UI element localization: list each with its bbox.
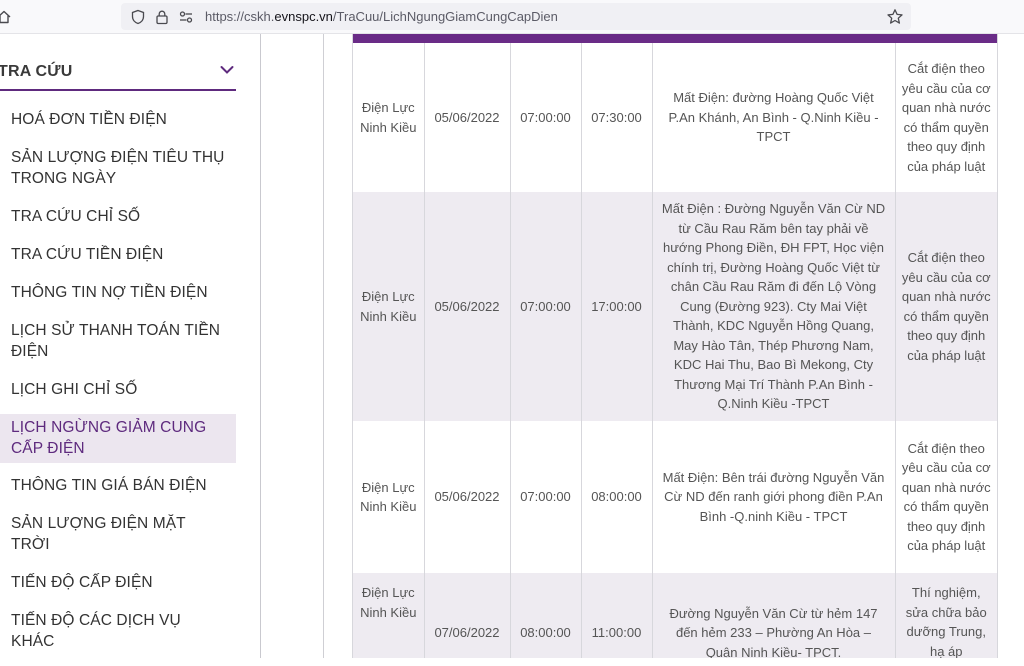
cell-unit: Điện Lực Ninh Kiều <box>353 192 425 421</box>
sidebar-item-san-luong-dien-mat-troi[interactable]: SẢN LƯỢNG ĐIỆN MẶT TRỜI <box>0 510 236 558</box>
url-text[interactable]: https://cskh.evnspc.vn/TraCuu/LichNgungG… <box>205 9 558 24</box>
home-icon[interactable] <box>0 9 12 25</box>
browser-toolbar: https://cskh.evnspc.vn/TraCuu/LichNgungG… <box>0 0 1024 34</box>
cell-end-time: 08:00:00 <box>581 421 653 573</box>
table-row: Điện Lực Ninh Kiều 07/06/2022 08:00:00 1… <box>353 573 997 658</box>
table-row: Điện Lực Ninh Kiều 05/06/2022 07:00:00 0… <box>353 421 997 573</box>
cell-area: Mất Điện: Bên trái đường Nguyễn Văn Cừ N… <box>652 421 896 573</box>
sidebar-item-tra-cuu-chi-so[interactable]: TRA CỨU CHỈ SỐ <box>0 203 236 230</box>
cell-reason: Cắt điện theo yêu cầu của cơ quan nhà nư… <box>895 192 997 421</box>
cell-start-time: 07:00:00 <box>510 43 582 192</box>
sidebar-item-tien-do-cap-dien[interactable]: TIẾN ĐỘ CẤP ĐIỆN <box>0 569 236 596</box>
cell-date: 05/06/2022 <box>424 421 511 573</box>
sidebar-title: TRA CỨU <box>0 63 73 80</box>
cell-end-time: 11:00:00 <box>581 573 653 658</box>
sidebar-item-tra-cuu-tien-dien[interactable]: TRA CỨU TIỀN ĐIỆN <box>0 241 236 268</box>
cell-date: 05/06/2022 <box>424 43 511 192</box>
cell-area: Đường Nguyễn Văn Cừ từ hẻm 147 đến hẻm 2… <box>652 573 896 658</box>
shield-icon[interactable] <box>130 9 146 25</box>
sidebar-menu: HOÁ ĐƠN TIỀN ĐIỆN SẢN LƯỢNG ĐIỆN TIÊU TH… <box>0 106 236 666</box>
lock-icon[interactable] <box>154 9 170 25</box>
cell-start-time: 07:00:00 <box>510 192 582 421</box>
url-host: evnspc.vn <box>274 9 333 24</box>
cell-area: Mất Điện : Đường Nguyễn Văn Cừ ND từ Cầu… <box>652 192 896 421</box>
sidebar-item-lich-ngung-giam-cung-cap-dien[interactable]: LỊCH NGỪNG GIẢM CUNG CẤP ĐIỆN <box>0 414 236 463</box>
address-bar[interactable]: https://cskh.evnspc.vn/TraCuu/LichNgungG… <box>121 3 911 30</box>
cell-date: 07/06/2022 <box>424 573 511 658</box>
cell-reason: Thí nghiệm, sửa chữa bảo dưỡng Trung, hạ… <box>895 573 997 658</box>
cell-unit: Điện Lực Ninh Kiều <box>353 421 425 573</box>
table-row: Điện Lực Ninh Kiều 05/06/2022 07:00:00 0… <box>353 43 997 192</box>
sidebar-item-san-luong-dien-tieu-thu[interactable]: SẢN LƯỢNG ĐIỆN TIÊU THỤ TRONG NGÀY <box>0 144 236 192</box>
outage-schedule-table: Điện Lực Ninh Kiều 05/06/2022 07:00:00 0… <box>352 34 998 658</box>
content-divider <box>323 34 324 658</box>
cell-end-time: 07:30:00 <box>581 43 653 192</box>
cell-reason: Cắt điện theo yêu cầu của cơ quan nhà nư… <box>895 43 997 192</box>
chevron-down-icon[interactable] <box>220 63 234 77</box>
table-header-bar <box>353 34 997 43</box>
permissions-icon[interactable] <box>178 9 194 25</box>
cell-end-time: 17:00:00 <box>581 192 653 421</box>
sidebar-item-thong-tin-gia-ban-dien[interactable]: THÔNG TIN GIÁ BÁN ĐIỆN <box>0 472 236 499</box>
cell-reason: Cắt điện theo yêu cầu của cơ quan nhà nư… <box>895 421 997 573</box>
url-path: /TraCuu/LichNgungGiamCungCapDien <box>332 9 558 24</box>
sidebar-item-hoa-don-tien-dien[interactable]: HOÁ ĐƠN TIỀN ĐIỆN <box>0 106 236 133</box>
url-prefix: https://cskh. <box>205 9 275 24</box>
outage-table: Điện Lực Ninh Kiều 05/06/2022 07:00:00 0… <box>353 43 997 658</box>
cell-unit: Điện Lực Ninh Kiều <box>353 573 425 658</box>
cell-date: 05/06/2022 <box>424 192 511 421</box>
cell-unit: Điện Lực Ninh Kiều <box>353 43 425 192</box>
table-row: Điện Lực Ninh Kiều 05/06/2022 07:00:00 1… <box>353 192 997 421</box>
sidebar: TRA CỨU HOÁ ĐƠN TIỀN ĐIỆN SẢN LƯỢNG ĐIỆN… <box>0 34 261 658</box>
cell-area: Mất Điện: đường Hoàng Quốc Việt P.An Khá… <box>652 43 896 192</box>
cell-start-time: 08:00:00 <box>510 573 582 658</box>
sidebar-header[interactable]: TRA CỨU <box>0 59 236 91</box>
sidebar-item-thong-tin-no[interactable]: THÔNG TIN NỢ TIỀN ĐIỆN <box>0 279 236 306</box>
sidebar-item-lich-ghi-chi-so[interactable]: LỊCH GHI CHỈ SỐ <box>0 376 236 403</box>
cell-start-time: 07:00:00 <box>510 421 582 573</box>
sidebar-item-lich-su-thanh-toan[interactable]: LỊCH SỬ THANH TOÁN TIỀN ĐIỆN <box>0 317 236 365</box>
bookmark-star-icon[interactable] <box>886 8 904 26</box>
sidebar-item-tien-do-dich-vu-khac[interactable]: TIẾN ĐỘ CÁC DỊCH VỤ KHÁC <box>0 607 236 655</box>
